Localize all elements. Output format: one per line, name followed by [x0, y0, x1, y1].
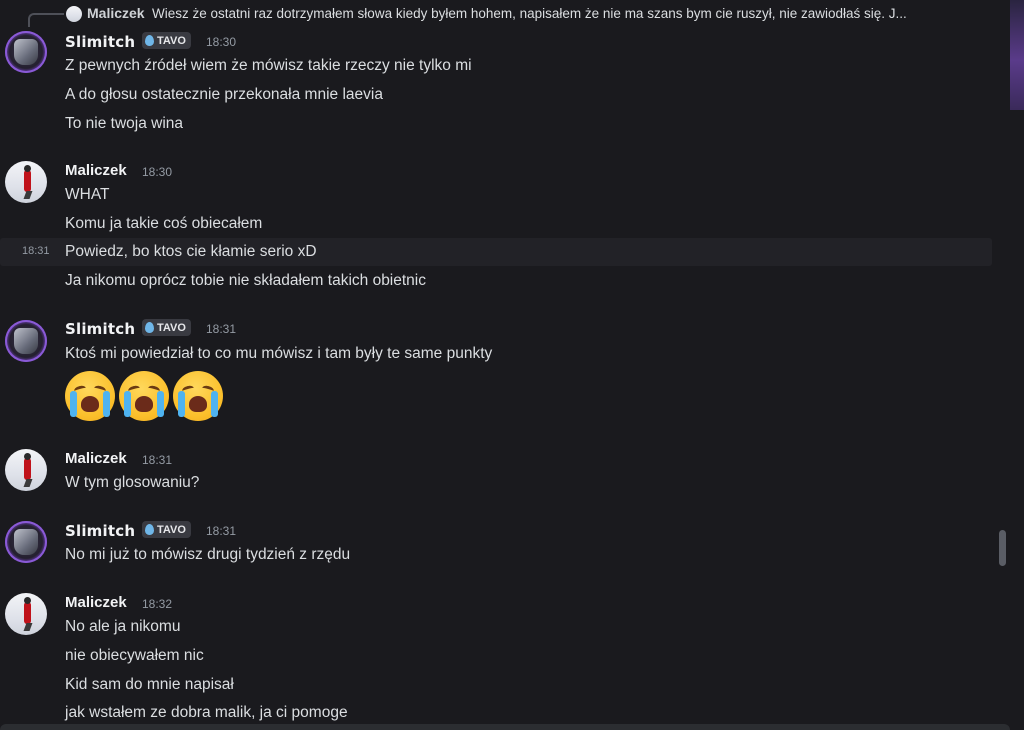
username[interactable]: Maliczek: [65, 594, 127, 611]
avatar[interactable]: [5, 31, 47, 73]
message-text: Powiedz, bo ktos cie kłamie serio xD: [65, 243, 317, 260]
message-text: Ktoś mi powiedział to co mu mówisz i tam…: [65, 345, 493, 362]
message-text: No ale ja nikomu: [65, 618, 181, 635]
message-timestamp[interactable]: 18:32: [142, 597, 172, 611]
message-text: Z pewnych źródeł wiem że mówisz takie rz…: [65, 57, 472, 74]
message-text: nie obiecywałem nic: [65, 647, 204, 664]
loudly-crying-face-icon[interactable]: [119, 371, 169, 421]
username[interactable]: Maliczek: [65, 450, 127, 467]
avatar[interactable]: [5, 521, 47, 563]
reply-text[interactable]: Wiesz że ostatni raz dotrzymałem słowa k…: [152, 6, 907, 21]
message-timestamp[interactable]: 18:30: [206, 35, 236, 49]
avatar[interactable]: [5, 161, 47, 203]
message-text: Ja nikomu oprócz tobie nie składałem tak…: [65, 272, 426, 289]
reply-author[interactable]: Maliczek: [87, 5, 145, 21]
avatar[interactable]: [5, 449, 47, 491]
message-text: Kid sam do mnie napisał: [65, 676, 234, 693]
composer-edge: [0, 724, 1010, 730]
message-text: WHAT: [65, 186, 110, 203]
guild-tag[interactable]: TAVO: [142, 319, 191, 336]
water-drop-icon: [145, 35, 154, 46]
message-text: W tym glosowaniu?: [65, 474, 200, 491]
avatar[interactable]: [5, 593, 47, 635]
scrollbar-thumb[interactable]: [999, 530, 1006, 566]
username[interactable]: Slimitch: [65, 33, 135, 51]
username[interactable]: Maliczek: [65, 162, 127, 179]
reply-avatar[interactable]: [66, 6, 82, 22]
message-timestamp[interactable]: 18:31: [206, 524, 236, 538]
message-text: A do głosu ostatecznie przekonała mnie l…: [65, 86, 383, 103]
guild-tag[interactable]: TAVO: [142, 521, 191, 538]
message-timestamp[interactable]: 18:31: [206, 322, 236, 336]
hover-timestamp[interactable]: 18:31: [22, 245, 50, 257]
water-drop-icon: [145, 524, 154, 535]
avatar[interactable]: [5, 320, 47, 362]
side-panel-edge: [1010, 0, 1024, 110]
message-timestamp[interactable]: 18:31: [142, 453, 172, 467]
guild-tag-label: TAVO: [157, 34, 186, 47]
guild-tag-label: TAVO: [157, 523, 186, 536]
chat-messages-pane[interactable]: Maliczek Wiesz że ostatni raz dotrzymałe…: [0, 0, 1010, 730]
water-drop-icon: [145, 322, 154, 333]
loudly-crying-face-icon[interactable]: [65, 371, 115, 421]
message-text: To nie twoja wina: [65, 115, 184, 132]
loudly-crying-face-icon[interactable]: [173, 371, 223, 421]
message-text: jak wstałem ze dobra malik, ja ci pomoge: [65, 704, 348, 721]
message-timestamp[interactable]: 18:30: [142, 165, 172, 179]
username[interactable]: Slimitch: [65, 320, 135, 338]
guild-tag[interactable]: TAVO: [142, 32, 191, 49]
guild-tag-label: TAVO: [157, 321, 186, 334]
reply-connector: [28, 13, 64, 27]
message-text: No mi już to mówisz drugi tydzień z rzęd…: [65, 546, 351, 563]
username[interactable]: Slimitch: [65, 522, 135, 540]
message-text: Komu ja takie coś obiecałem: [65, 215, 263, 232]
